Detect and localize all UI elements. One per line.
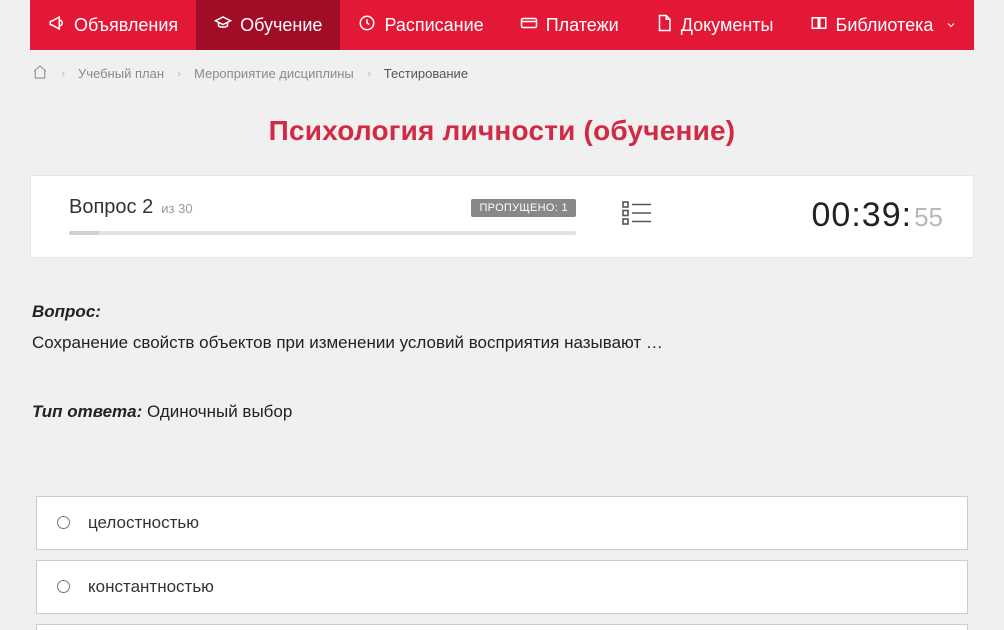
question-list-icon[interactable] <box>622 200 652 231</box>
chevron-right-icon <box>174 69 184 79</box>
timer-seconds: 39 <box>862 196 902 234</box>
book-icon <box>810 14 828 37</box>
timer: 00:39: 55 <box>698 196 943 235</box>
chevron-down-icon <box>945 15 957 36</box>
nav-label: Документы <box>681 15 774 36</box>
answer-option[interactable]: константностью <box>36 560 968 614</box>
breadcrumb-item[interactable]: Мероприятие дисциплины <box>194 66 354 81</box>
answer-radio[interactable] <box>57 516 70 529</box>
nav-training[interactable]: Обучение <box>196 0 340 50</box>
question-number: Вопрос 2 <box>69 196 153 219</box>
nav-documents[interactable]: Документы <box>637 0 792 50</box>
chevron-right-icon <box>364 69 374 79</box>
answer-type-value: Одиночный выбор <box>147 402 292 421</box>
clock-icon <box>358 14 376 37</box>
timer-minutes: 00 <box>812 196 852 234</box>
page-title: Психология личности (обучение) <box>30 115 974 147</box>
nav-library[interactable]: Библиотека <box>792 0 976 50</box>
answer-option[interactable]: целостностью <box>36 496 968 550</box>
main-nav: Объявления Обучение Расписание Платежи Докум… <box>30 0 974 50</box>
home-icon[interactable] <box>32 64 48 83</box>
chevron-right-icon <box>58 69 68 79</box>
question-total: из 30 <box>161 201 192 216</box>
progress-fill <box>69 231 99 235</box>
progress-bar <box>69 231 576 235</box>
graduation-icon <box>214 14 232 37</box>
answer-option-label: константностью <box>88 577 214 597</box>
card-icon <box>520 14 538 37</box>
nav-label: Обучение <box>240 15 322 36</box>
file-icon <box>655 14 673 37</box>
question-text: Сохранение свойств объектов при изменени… <box>32 329 972 356</box>
answer-options: целостностью константностью предметностью <box>30 496 974 630</box>
megaphone-icon <box>48 14 66 37</box>
nav-label: Библиотека <box>836 15 934 36</box>
skipped-badge: ПРОПУЩЕНО: 1 <box>471 199 575 217</box>
nav-label: Объявления <box>74 15 178 36</box>
answer-radio[interactable] <box>57 580 70 593</box>
answer-option-label: целостностью <box>88 513 199 533</box>
nav-schedule[interactable]: Расписание <box>340 0 501 50</box>
breadcrumb-item[interactable]: Учебный план <box>78 66 164 81</box>
nav-label: Расписание <box>384 15 483 36</box>
answer-option[interactable]: предметностью <box>36 624 968 630</box>
nav-label: Платежи <box>546 15 619 36</box>
question-label: Вопрос: <box>32 302 101 321</box>
breadcrumb: Учебный план Мероприятие дисциплины Тестир… <box>30 50 974 97</box>
answer-type-label: Тип ответа: <box>32 402 142 421</box>
timer-centiseconds: 55 <box>914 202 943 233</box>
nav-announcements[interactable]: Объявления <box>30 0 196 50</box>
question-header-card: Вопрос 2 из 30 ПРОПУЩЕНО: 1 <box>30 175 974 258</box>
breadcrumb-item: Тестирование <box>384 66 468 81</box>
nav-payments[interactable]: Платежи <box>502 0 637 50</box>
